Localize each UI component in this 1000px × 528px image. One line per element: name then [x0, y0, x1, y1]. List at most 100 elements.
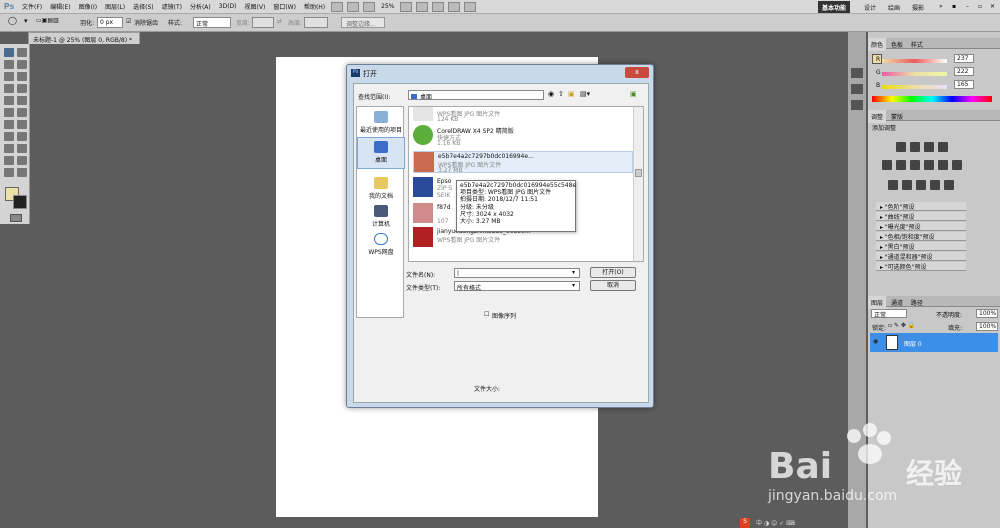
- preset-channel-mixer[interactable]: ▸ "通道混和器"预设: [876, 252, 966, 261]
- preset-selective-color[interactable]: ▸ "可选颜色"预设: [876, 262, 966, 271]
- height-input[interactable]: [304, 17, 328, 28]
- lasso-tool-icon[interactable]: [4, 60, 14, 69]
- brightness-icon[interactable]: [896, 142, 906, 152]
- zoom-tool-icon[interactable]: [17, 168, 27, 177]
- new-folder-icon[interactable]: ▣: [568, 90, 575, 98]
- cancel-button[interactable]: 取消: [590, 280, 636, 291]
- color-balance-icon[interactable]: [910, 160, 920, 170]
- tab-adjustments[interactable]: 调整: [868, 110, 887, 123]
- blue-value[interactable]: 165: [954, 80, 974, 89]
- tab-channels[interactable]: 通道: [888, 296, 906, 309]
- chevron-down-icon[interactable]: ▾: [572, 282, 575, 289]
- quick-mask-icon[interactable]: [10, 214, 22, 222]
- arrange-icon[interactable]: [448, 1, 461, 12]
- up-folder-icon[interactable]: ⇧: [558, 90, 564, 98]
- preset-hue-saturation[interactable]: ▸ "色相/饱和度"预设: [876, 232, 966, 241]
- file-item[interactable]: WPS看图 JPG 图片文件 124 KB: [413, 107, 633, 123]
- 3d-orbit-tool-icon[interactable]: [17, 156, 27, 165]
- opacity-input[interactable]: 100%: [976, 309, 998, 318]
- view-extras-icon[interactable]: [363, 1, 376, 12]
- selective-color-icon[interactable]: [944, 180, 954, 190]
- path-select-tool-icon[interactable]: [4, 144, 14, 153]
- menu-view[interactable]: 视图(V): [241, 2, 270, 11]
- workspace-photography[interactable]: 摄影: [908, 1, 928, 13]
- feather-input[interactable]: 0 px: [97, 17, 123, 28]
- threshold-icon[interactable]: [916, 180, 926, 190]
- scroll-thumb[interactable]: [635, 169, 642, 177]
- vibrance-icon[interactable]: [882, 160, 892, 170]
- tab-swatches[interactable]: 色板: [888, 38, 906, 51]
- black-white-icon[interactable]: [924, 160, 934, 170]
- document-tab[interactable]: 未标题-1 @ 25% (图层 0, RGB/8) *: [28, 32, 140, 44]
- photo-filter-icon[interactable]: [938, 160, 948, 170]
- tab-layers[interactable]: 图层: [868, 296, 887, 309]
- gradient-map-icon[interactable]: [930, 180, 940, 190]
- bridge-icon[interactable]: [331, 1, 344, 12]
- place-documents[interactable]: 我的文档: [357, 177, 405, 200]
- dialog-close-button[interactable]: x: [625, 67, 649, 78]
- gradient-tool-icon[interactable]: [17, 108, 27, 117]
- menu-file[interactable]: 文件(F): [18, 2, 46, 11]
- green-value[interactable]: 222: [954, 67, 974, 76]
- tray-icons[interactable]: 中 ◑ ☺ ✓ ⌨: [756, 518, 795, 527]
- type-tool-icon[interactable]: [17, 132, 27, 141]
- filename-input[interactable]: |: [454, 268, 580, 278]
- menu-window[interactable]: 窗口(W): [269, 2, 300, 11]
- eye-icon[interactable]: ◉: [873, 338, 878, 345]
- pen-tool-icon[interactable]: [4, 132, 14, 141]
- brush-tool-icon[interactable]: [17, 84, 27, 93]
- color-spectrum[interactable]: [872, 96, 992, 102]
- quick-select-tool-icon[interactable]: [17, 60, 27, 69]
- workspace-essentials[interactable]: 基本功能: [818, 1, 851, 13]
- screen-mode-icon[interactable]: [464, 1, 477, 12]
- view-menu-icon[interactable]: ▤▾: [580, 90, 590, 98]
- character-panel-icon[interactable]: [851, 84, 863, 94]
- file-item[interactable]: CorelDRAW X4 SP2 精简版 快捷方式 1.16 KB: [413, 125, 633, 147]
- history-panel-icon[interactable]: [851, 68, 863, 78]
- menu-edit[interactable]: 编辑(E): [46, 2, 74, 11]
- minimize-icon[interactable]: –: [962, 1, 973, 13]
- menu-filter[interactable]: 滤镜(T): [158, 2, 186, 11]
- workspace-painting[interactable]: 绘画: [884, 1, 904, 13]
- menu-3d[interactable]: 3D(D): [215, 3, 241, 10]
- eraser-tool-icon[interactable]: [4, 108, 14, 117]
- dodge-tool-icon[interactable]: [17, 120, 27, 129]
- image-sequence-checkbox-icon[interactable]: ☐: [484, 311, 489, 318]
- style-select[interactable]: 正常: [193, 17, 231, 28]
- hue-saturation-icon[interactable]: [896, 160, 906, 170]
- place-wps-cloud[interactable]: WPS网盘: [357, 233, 405, 256]
- width-input[interactable]: [252, 17, 274, 28]
- antialias-checkbox-icon[interactable]: ☑: [126, 18, 131, 25]
- eyedropper-tool-icon[interactable]: [17, 72, 27, 81]
- menu-analysis[interactable]: 分析(A): [186, 2, 215, 11]
- blend-mode-select[interactable]: 正常: [871, 309, 907, 319]
- levels-icon[interactable]: [910, 142, 920, 152]
- filetype-select[interactable]: 所有格式: [454, 281, 580, 292]
- workspace-design[interactable]: 设计: [860, 1, 880, 13]
- preset-curves[interactable]: ▸ "曲线"预设: [876, 212, 966, 221]
- zoom-level[interactable]: 25%: [377, 3, 398, 10]
- preset-levels[interactable]: ▸ "色阶"预设: [876, 202, 966, 211]
- rotate-icon[interactable]: [432, 1, 445, 12]
- cs-live-icon[interactable]: ▪: [948, 1, 960, 13]
- background-color-swatch[interactable]: [13, 195, 27, 209]
- lock-icons[interactable]: ▫ ✎ ✥ 🔒: [888, 322, 915, 329]
- minibridge-icon[interactable]: [347, 1, 360, 12]
- crop-tool-icon[interactable]: [4, 72, 14, 81]
- exposure-icon[interactable]: [938, 142, 948, 152]
- hand-tool-icon[interactable]: [4, 168, 14, 177]
- preset-black-white[interactable]: ▸ "黑白"预设: [876, 242, 966, 251]
- posterize-icon[interactable]: [902, 180, 912, 190]
- folder-up-icon[interactable]: ▣: [630, 90, 637, 98]
- curves-icon[interactable]: [924, 142, 934, 152]
- move-tool-icon[interactable]: [17, 48, 27, 57]
- marquee-tool-icon[interactable]: ◯: [8, 16, 17, 25]
- workspace-more-icon[interactable]: »: [935, 1, 947, 13]
- tab-masks[interactable]: 蒙版: [888, 110, 906, 123]
- blur-tool-icon[interactable]: [4, 120, 14, 129]
- channel-mixer-icon[interactable]: [952, 160, 962, 170]
- fill-input[interactable]: 100%: [976, 322, 998, 331]
- refine-edge-button[interactable]: 调整边缘...: [341, 17, 385, 28]
- menu-select[interactable]: 选择(S): [129, 2, 158, 11]
- tab-paths[interactable]: 路径: [908, 296, 926, 309]
